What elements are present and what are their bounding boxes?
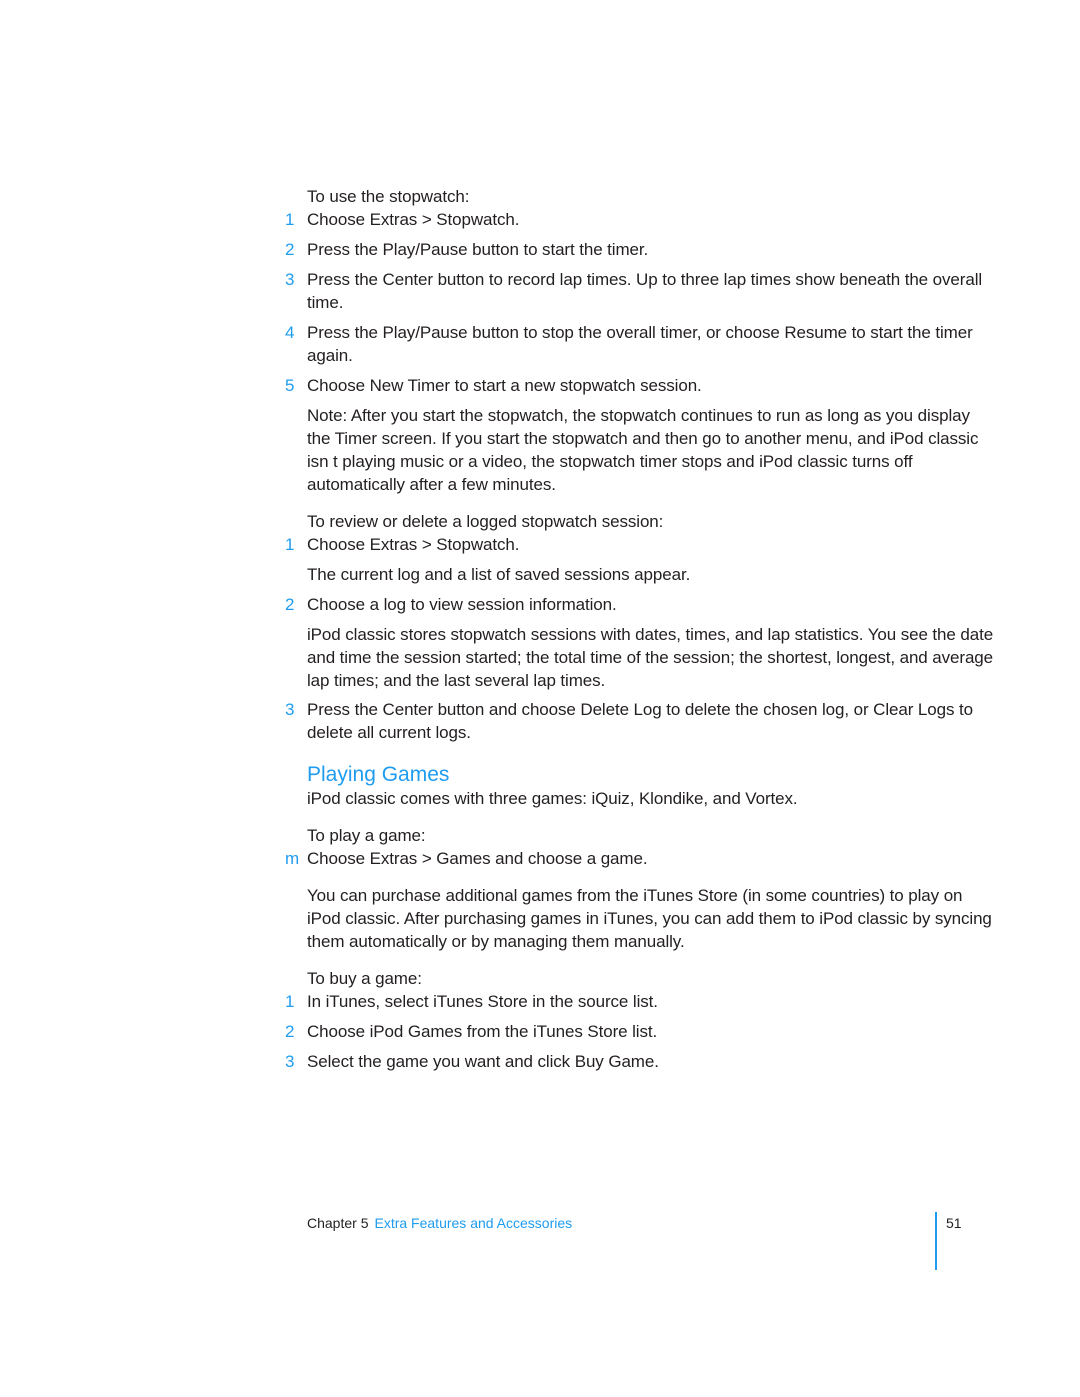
manual-page: To use the stopwatch: 1 Choose Extras > … — [0, 0, 1080, 1397]
list-item: 2 Press the Play/Pause button to start t… — [285, 238, 997, 261]
step-number: 5 — [285, 376, 295, 395]
buy-game-intro: To buy a game: — [307, 969, 422, 988]
footer-divider — [935, 1212, 937, 1270]
step-text: Press the Play/Pause button to start the… — [307, 240, 649, 259]
step-number: 4 — [285, 323, 295, 342]
step-text: Press the Play/Pause button to stop the … — [307, 323, 973, 365]
step-text: In iTunes, select iTunes Store in the so… — [307, 992, 658, 1011]
step-number: 2 — [285, 1022, 295, 1041]
chapter-label: Chapter 5 — [307, 1215, 369, 1231]
bullet-marker: m — [285, 849, 300, 868]
list-item: 5 Choose New Timer to start a new stopwa… — [285, 374, 997, 397]
step-text: Select the game you want and click Buy G… — [307, 1052, 659, 1071]
step-text: Choose iPod Games from the iTunes Store … — [307, 1022, 658, 1041]
chapter-title-link[interactable]: Extra Features and Accessories — [374, 1215, 572, 1231]
list-item: 1 Choose Extras > Stopwatch. — [285, 533, 997, 556]
step-text: Choose Extras > Games and choose a game. — [307, 849, 648, 868]
list-item: 2 Choose a log to view session informati… — [285, 593, 997, 616]
games-intro: iPod classic comes with three games: iQu… — [307, 789, 798, 808]
step-number: 3 — [285, 1052, 295, 1071]
step-number: 1 — [285, 210, 295, 229]
stopwatch-note: Note: After you start the stopwatch, the… — [307, 406, 979, 494]
step-text: Choose Extras > Stopwatch. — [307, 535, 520, 554]
list-item: 3 Press the Center button and choose Del… — [285, 698, 997, 744]
step-number: 2 — [285, 240, 295, 259]
step-text: Choose a log to view session information… — [307, 595, 617, 614]
list-item: 4 Press the Play/Pause button to stop th… — [285, 321, 997, 367]
stopwatch-review-intro: To review or delete a logged stopwatch s… — [307, 512, 664, 531]
step-text: Choose New Timer to start a new stopwatc… — [307, 376, 702, 395]
list-item: 1 In iTunes, select iTunes Store in the … — [285, 990, 997, 1013]
stopwatch-use-intro: To use the stopwatch: — [307, 187, 470, 206]
play-game-intro: To play a game: — [307, 826, 426, 845]
step-text: Press the Center button and choose Delet… — [307, 700, 973, 742]
step-detail: The current log and a list of saved sess… — [307, 565, 691, 584]
step-number: 3 — [285, 270, 295, 289]
step-number: 1 — [285, 535, 295, 554]
list-item: 1 Choose Extras > Stopwatch. — [285, 208, 997, 231]
purchase-games-text: You can purchase additional games from t… — [307, 886, 992, 951]
step-number: 2 — [285, 595, 295, 614]
section-heading: Playing Games — [307, 763, 450, 786]
step-detail: iPod classic stores stopwatch sessions w… — [307, 625, 994, 690]
list-item: 2 Choose iPod Games from the iTunes Stor… — [285, 1020, 997, 1043]
step-number: 1 — [285, 992, 295, 1011]
list-item: 3 Press the Center button to record lap … — [285, 268, 997, 314]
page-number: 51 — [946, 1215, 962, 1231]
list-item: 3 Select the game you want and click Buy… — [285, 1050, 997, 1073]
step-text: Press the Center button to record lap ti… — [307, 270, 983, 312]
step-number: 3 — [285, 700, 295, 719]
footer-chapter: Chapter 5 Extra Features and Accessories — [307, 1214, 572, 1232]
step-text: Choose Extras > Stopwatch. — [307, 210, 520, 229]
list-item: m Choose Extras > Games and choose a gam… — [285, 847, 997, 870]
